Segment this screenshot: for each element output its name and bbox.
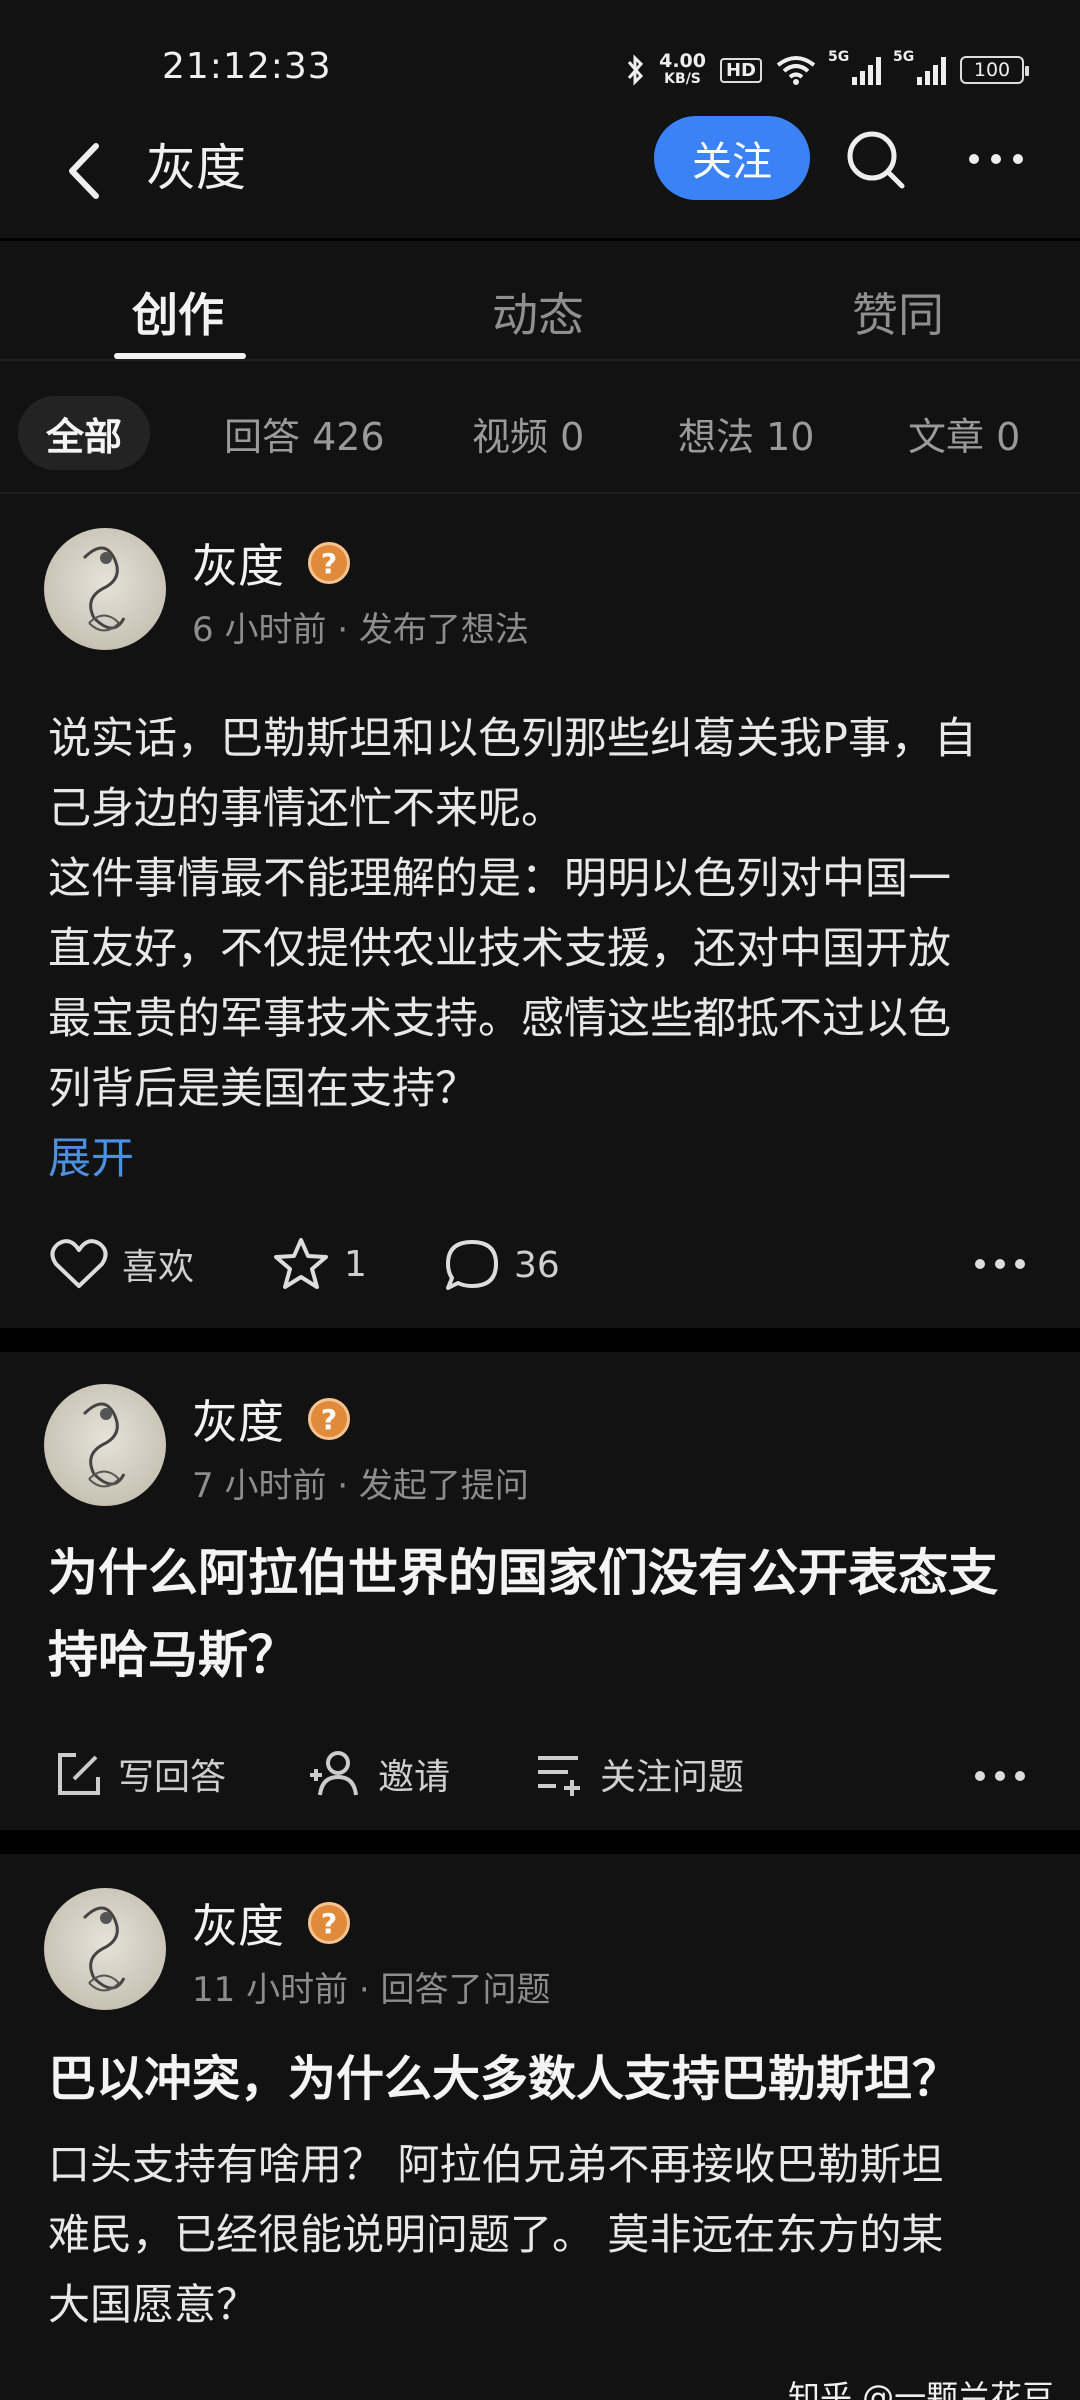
favorite-button[interactable]: 1 xyxy=(272,1236,367,1292)
heart-icon xyxy=(50,1239,108,1288)
net-speed-unit: KB/S xyxy=(664,71,701,87)
filter-articles[interactable]: 文章 0 xyxy=(880,396,1048,470)
top-bar: 灰度 关注 xyxy=(0,110,1080,238)
follow-button[interactable]: 关注 xyxy=(654,116,810,200)
feed-card-question[interactable]: 灰度 ? 7 小时前 · 发起了提问 为什么阿拉伯世界的国家们没有公开表态支 持… xyxy=(0,1352,1080,1830)
excerpt-line: 难民，已经很能说明问题了。 莫非远在东方的某 xyxy=(48,2210,944,2259)
battery-icon: 100 xyxy=(960,56,1029,84)
signal-5g-icon: 5G xyxy=(893,49,946,85)
card-separator xyxy=(0,1328,1080,1352)
invite-label: 邀请 xyxy=(378,1757,451,1798)
more-options-icon[interactable] xyxy=(974,1256,1026,1272)
star-icon xyxy=(274,1238,328,1289)
question-badge-icon: ? xyxy=(308,542,350,584)
watermark: 知乎 @一颗兰花豆 xyxy=(788,2378,1055,2400)
avatar-illustration xyxy=(82,546,126,632)
avatar[interactable] xyxy=(44,1888,166,2010)
post-line: 己身边的事情还忙不来呢。 xyxy=(48,784,564,834)
author-name[interactable]: 灰度 xyxy=(192,530,284,596)
question-title[interactable]: 为什么阿拉伯世界的国家们没有公开表态支 持哈马斯？ xyxy=(48,1532,1048,1696)
active-tab-indicator xyxy=(114,353,246,359)
post-meta: 6 小时前 · 发布了想法 xyxy=(192,610,529,650)
battery-level: 100 xyxy=(973,59,1011,81)
answer-excerpt[interactable]: 口头支持有啥用？ 阿拉伯兄弟不再接收巴勒斯坦 难民，已经很能说明问题了。 莫非远… xyxy=(48,2130,1038,2340)
feed-card-answer[interactable]: 灰度 ? 11 小时前 · 回答了问题 巴以冲突，为什么大多数人支持巴勒斯坦？ … xyxy=(0,1854,1080,2400)
question-badge-icon: ? xyxy=(308,1398,350,1440)
author-name[interactable]: 灰度 xyxy=(192,1386,284,1452)
post-line: 直友好，不仅提供农业技术支援，还对中国开放 xyxy=(48,924,951,974)
filter-all[interactable]: 全部 xyxy=(18,396,151,470)
add-list-icon xyxy=(538,1756,580,1796)
excerpt-line: 口头支持有啥用？ 阿拉伯兄弟不再接收巴勒斯坦 xyxy=(48,2140,944,2189)
card-separator xyxy=(0,1830,1080,1854)
answer-question-title[interactable]: 巴以冲突，为什么大多数人支持巴勒斯坦？ xyxy=(48,2038,1048,2120)
status-time: 21:12:33 xyxy=(162,46,332,87)
search-icon[interactable] xyxy=(840,124,910,194)
invite-button[interactable]: 邀请 xyxy=(306,1748,450,1800)
follow-question-label: 关注问题 xyxy=(600,1757,745,1798)
invite-user-icon xyxy=(310,1751,358,1796)
filter-videos[interactable]: 视频 0 xyxy=(444,396,612,470)
avatar[interactable] xyxy=(44,1384,166,1506)
post-line: 这件事情最不能理解的是：明明以色列对中国一 xyxy=(48,854,951,904)
favorite-count: 1 xyxy=(344,1243,367,1285)
post-line: 最宝贵的军事技术支持。感情这些都抵不过以色 xyxy=(48,994,951,1044)
post-meta: 11 小时前 · 回答了问题 xyxy=(192,1970,551,2010)
write-answer-button[interactable]: 写回答 xyxy=(54,1748,226,1800)
post-body[interactable]: 说实话，巴勒斯坦和以色列那些纠葛关我P事，自 己身边的事情还忙不来呢。 这件事情… xyxy=(48,704,1038,1124)
filter-answers[interactable]: 回答 426 xyxy=(196,396,413,470)
edit-icon xyxy=(58,1753,100,1795)
write-answer-label: 写回答 xyxy=(118,1757,227,1798)
signal1-label: 5G xyxy=(828,49,850,65)
more-options-icon[interactable] xyxy=(974,1768,1026,1784)
avatar-illustration xyxy=(82,1906,126,1992)
post-meta: 7 小时前 · 发起了提问 xyxy=(192,1466,529,1506)
net-speed-value: 4.00 xyxy=(659,50,706,72)
feed-card-thought[interactable]: 灰度 ? 6 小时前 · 发布了想法 说实话，巴勒斯坦和以色列那些纠葛关我P事，… xyxy=(0,496,1080,1328)
like-button[interactable]: 喜欢 xyxy=(50,1238,194,1290)
net-speed: 4.00 KB/S xyxy=(659,52,706,88)
expand-link[interactable]: 展开 xyxy=(48,1124,134,1186)
question-title-line: 持哈马斯？ xyxy=(48,1626,298,1684)
comment-button[interactable]: 36 xyxy=(444,1238,560,1292)
signal-5g-icon: 5G xyxy=(828,49,881,85)
hd-icon: HD xyxy=(719,57,762,83)
signal2-label: 5G xyxy=(893,49,915,65)
filter-thoughts[interactable]: 想法 10 xyxy=(650,396,842,470)
profile-tabs: 创作 动态 赞同 xyxy=(0,241,1080,361)
wifi-icon xyxy=(776,56,816,85)
tab-activity[interactable]: 动态 xyxy=(492,279,584,345)
question-title-line: 为什么阿拉伯世界的国家们没有公开表态支 xyxy=(48,1544,998,1602)
status-icons: 4.00 KB/S HD 5G 5G 100 xyxy=(625,49,1029,88)
avatar[interactable] xyxy=(44,528,166,650)
excerpt-line: 大国愿意？ xyxy=(48,2280,259,2329)
comment-icon xyxy=(446,1240,498,1290)
tab-creation[interactable]: 创作 xyxy=(132,279,224,345)
post-line: 列背后是美国在支持？ xyxy=(48,1064,478,1114)
bluetooth-icon xyxy=(627,54,644,86)
page-title: 灰度 xyxy=(146,139,246,197)
post-line: 说实话，巴勒斯坦和以色列那些纠葛关我P事，自 xyxy=(48,714,977,764)
like-label: 喜欢 xyxy=(122,1247,195,1288)
question-badge-icon: ? xyxy=(308,1902,350,1944)
comment-count: 36 xyxy=(514,1244,560,1286)
content-filters: 全部 回答 426 视频 0 想法 10 文章 0 xyxy=(0,362,1080,494)
tab-upvotes[interactable]: 赞同 xyxy=(852,279,944,345)
back-icon[interactable] xyxy=(60,136,110,206)
author-name[interactable]: 灰度 xyxy=(192,1890,284,1956)
more-icon[interactable] xyxy=(966,144,1026,174)
avatar-illustration xyxy=(82,1402,126,1488)
follow-question-button[interactable]: 关注问题 xyxy=(534,1748,744,1800)
